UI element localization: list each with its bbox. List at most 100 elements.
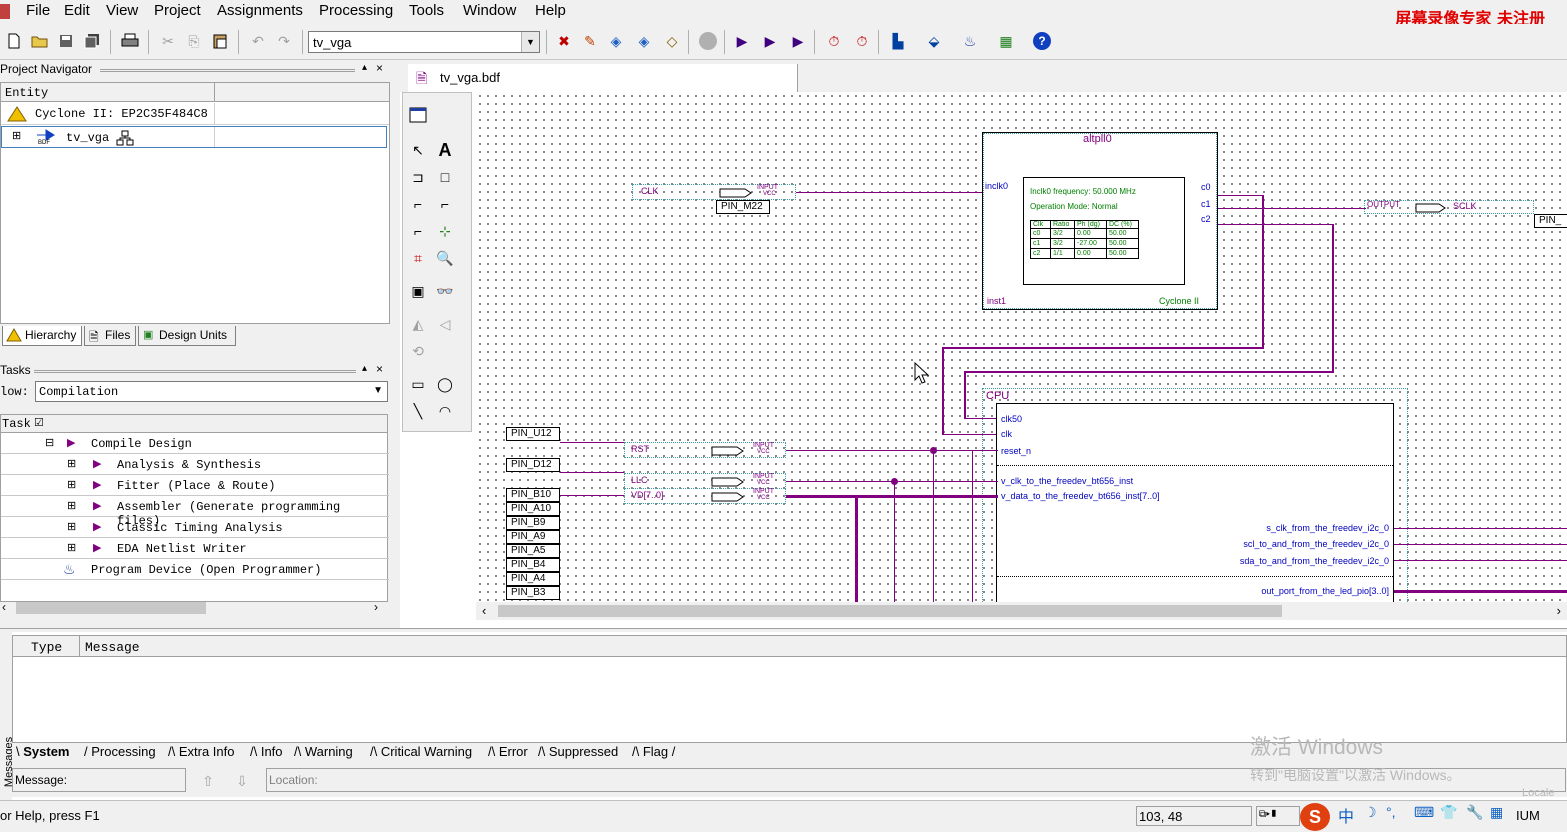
assignment-editor-icon[interactable]: ◈ (604, 29, 628, 53)
rotate-icon[interactable]: ⟲ (406, 339, 430, 363)
arrow-down-icon[interactable]: ⇩ (230, 769, 254, 793)
cut-icon[interactable]: ✂ (156, 29, 180, 53)
task-row[interactable]: ⊞ ▶ Analysis & Synthesis (1, 454, 389, 475)
scroll-left-icon[interactable]: ‹ (482, 603, 486, 618)
menu-assignments[interactable]: Assignments (217, 2, 303, 19)
symbol-tool-icon[interactable]: ⊐ (406, 165, 430, 189)
task-row[interactable]: ⊞ ▶ Fitter (Place & Route) (1, 475, 389, 496)
column-divider[interactable] (214, 83, 215, 102)
rectangle-tool-icon[interactable]: ▭ (406, 372, 430, 396)
pin-label[interactable]: PIN_A5 (506, 544, 560, 558)
cpu-block[interactable]: clk50 clk reset_n v_clk_to_the_freedev_b… (996, 403, 1394, 602)
top-entity-row[interactable]: ⊞ BDF tv_vga (1, 126, 387, 148)
redo-icon[interactable]: ↷ (272, 29, 296, 53)
scroll-right-icon[interactable]: › (374, 600, 378, 614)
task-row[interactable]: ⊞ ▶ EDA Netlist Writer (1, 538, 389, 559)
task-hscrollbar[interactable]: ‹ › (0, 600, 388, 616)
tab-files[interactable]: 🗎 Files (84, 326, 136, 346)
menu-file[interactable]: File (26, 2, 50, 19)
task-row[interactable]: ⊞ ▶ Assembler (Generate programming file… (1, 496, 389, 528)
stop-icon[interactable] (696, 29, 720, 53)
pll-block[interactable]: altpll0 inclk0 c0 c1 c2 Inclk0 frequency… (982, 132, 1218, 310)
tab-critical-warning[interactable]: /\ Critical Warning (370, 744, 472, 763)
wrench-icon[interactable]: 🔧 (1466, 804, 1483, 821)
expand-icon[interactable]: ⊞ (67, 541, 76, 554)
print-icon[interactable] (118, 29, 142, 53)
oval-tool-icon[interactable]: ◯ (433, 372, 457, 396)
pin-planner-icon[interactable]: ◈ (632, 29, 656, 53)
pin-label[interactable]: PIN_U12 (506, 427, 560, 441)
orthogonal-bus-icon[interactable]: ⌐ (433, 192, 457, 216)
help-icon[interactable]: ? (1030, 29, 1054, 53)
menu-edit[interactable]: Edit (64, 2, 90, 19)
float-icon[interactable]: ▴ (362, 62, 367, 73)
punctuation-icon[interactable]: °, (1386, 804, 1396, 820)
pin-label[interactable]: PIN_B4 (506, 558, 560, 572)
flip-horizontal-icon[interactable]: ◭ (406, 312, 430, 336)
open-file-button[interactable] (28, 29, 52, 53)
find-icon[interactable]: 👓 (433, 279, 457, 303)
tab-suppressed[interactable]: /\ Suppressed (538, 744, 618, 763)
entity-column-header[interactable]: Entity (5, 86, 48, 100)
tab-hierarchy[interactable]: Hierarchy (2, 326, 82, 346)
type-column-header[interactable]: Type (31, 640, 62, 655)
flow-select[interactable]: Compilation ▼ (35, 381, 388, 402)
device-row[interactable]: Cyclone II: EP2C35F484C8 (1, 103, 389, 125)
menu-project[interactable]: Project (154, 2, 201, 19)
scroll-thumb[interactable] (498, 605, 1282, 617)
user-icon[interactable]: 👕 (1440, 804, 1457, 821)
llc-input-symbol[interactable]: LLC INPUT VCC (624, 473, 786, 489)
expand-icon[interactable]: ⊞ (67, 520, 76, 533)
tab-error[interactable]: /\ Error (488, 744, 528, 763)
task-row[interactable]: ♨ Program Device (Open Programmer) (1, 559, 389, 580)
chip-planner-icon[interactable]: ✖ (552, 29, 576, 53)
arc-tool-icon[interactable]: ◠ (433, 399, 457, 423)
tab-design-units[interactable]: ▣ Design Units (138, 326, 236, 346)
pin-label[interactable]: PIN_A9 (506, 530, 560, 544)
menu-help[interactable]: Help (535, 2, 566, 19)
close-icon[interactable]: × (376, 61, 383, 75)
tab-system[interactable]: \ System (16, 744, 69, 763)
programmer-icon[interactable]: ⬙ (922, 29, 946, 53)
start-compilation-icon[interactable]: ▶ (730, 29, 754, 53)
float-icon[interactable]: ▴ (362, 363, 367, 374)
settings-icon[interactable]: ◇ (660, 29, 684, 53)
collapse-icon[interactable]: ⊟ (45, 436, 54, 449)
new-file-button[interactable] (2, 29, 26, 53)
sopc-builder-icon[interactable]: ▦ (994, 29, 1018, 53)
editor-tab[interactable]: 🗎 tv_vga.bdf (408, 64, 798, 92)
pin-label[interactable]: PIN_ (1534, 214, 1567, 228)
orthogonal-node-icon[interactable]: ⌐ (406, 192, 430, 216)
start-analysis-icon[interactable]: ▶ (758, 29, 782, 53)
expand-icon[interactable]: ⊞ (12, 129, 21, 142)
schematic-canvas[interactable]: altpll0 inclk0 c0 c1 c2 Inclk0 frequency… (476, 92, 1567, 602)
full-screen-icon[interactable]: ▣ (406, 279, 430, 303)
pin-label[interactable]: PIN_B3 (506, 586, 560, 600)
arrow-up-icon[interactable]: ⇧ (196, 769, 220, 793)
close-icon[interactable]: × (376, 362, 383, 376)
zoom-tool-icon[interactable]: 🔍 (433, 246, 457, 270)
menu-view[interactable]: View (106, 2, 138, 19)
pin-label[interactable]: PIN_D12 (506, 458, 560, 472)
pin-label[interactable]: PIN_B9 (506, 516, 560, 530)
selection-tool-icon[interactable]: ↖ (406, 138, 430, 162)
start-timing-icon[interactable]: ▶ (786, 29, 810, 53)
pencil-icon[interactable]: ✎ (578, 29, 602, 53)
chevron-down-icon[interactable]: ▼ (373, 385, 383, 396)
keyboard-icon[interactable]: ⌨ (1414, 804, 1434, 821)
pin-label[interactable]: PIN_B10 (506, 488, 560, 502)
timequest-icon[interactable]: ⏱ (850, 29, 874, 53)
save-all-button[interactable] (80, 29, 104, 53)
message-column-header[interactable]: Message (85, 640, 140, 655)
menu-tools[interactable]: Tools (409, 2, 444, 19)
conduit-tool-icon[interactable]: ⌐ (406, 219, 430, 243)
detach-window-icon[interactable] (406, 103, 430, 127)
clk-input-symbol[interactable]: CLK INPUT VCC (632, 184, 796, 200)
tab-extra-info[interactable]: /\ Extra Info (168, 744, 234, 763)
splitter[interactable] (0, 628, 1567, 632)
tab-processing[interactable]: / Processing (84, 744, 156, 763)
paste-icon[interactable] (208, 29, 232, 53)
sogou-ime-icon[interactable]: S (1300, 803, 1330, 831)
task-row[interactable]: ⊞ ▶ Classic Timing Analysis (1, 517, 389, 538)
chevron-down-icon[interactable]: ▼ (521, 32, 539, 52)
